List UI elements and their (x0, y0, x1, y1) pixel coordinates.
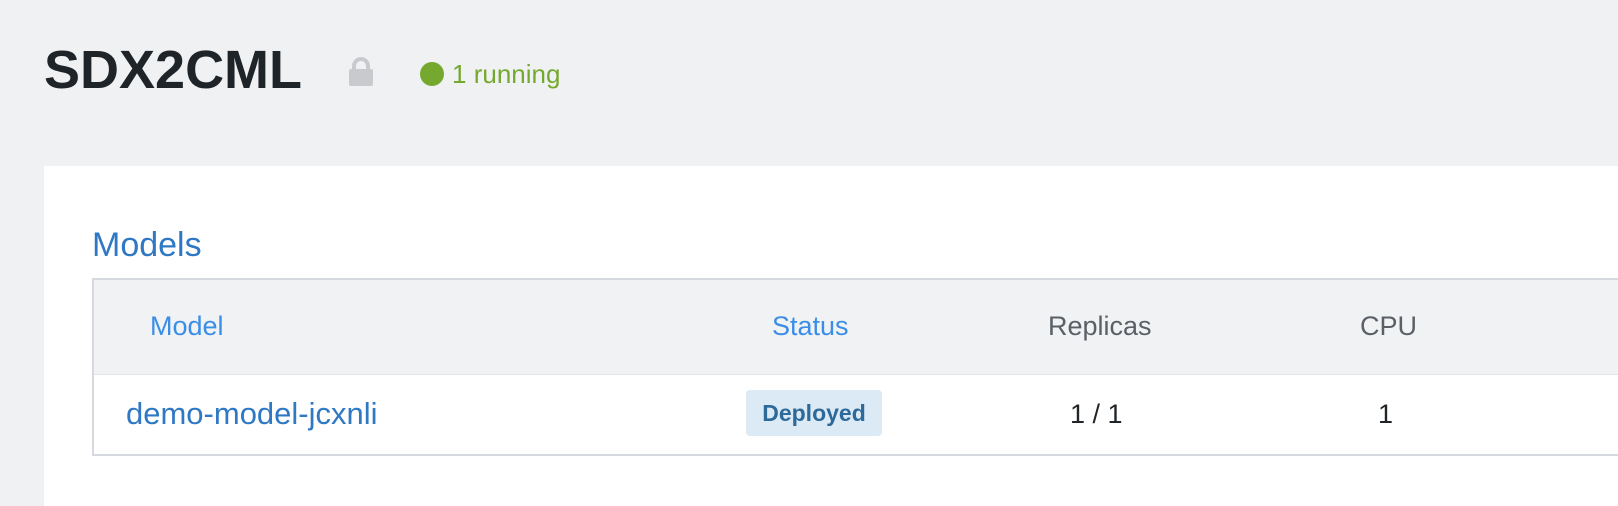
models-table: Model Status Replicas CPU demo-model-jcx… (92, 278, 1618, 456)
models-panel: Models Model Status Replicas CPU demo-mo… (44, 166, 1618, 506)
status-dot-icon (420, 62, 445, 86)
cpu-value: 1 (1378, 399, 1394, 429)
column-header-model[interactable]: Model (150, 310, 224, 342)
lock-icon (348, 57, 374, 87)
project-header: SDX2CML 1 running (44, 36, 560, 104)
model-link[interactable]: demo-model-jcxnli (126, 394, 378, 434)
status-badge: Deployed (746, 390, 882, 436)
column-header-cpu: CPU (1360, 311, 1418, 341)
table-header: Model Status Replicas CPU (94, 280, 1618, 375)
column-header-status[interactable]: Status (772, 310, 849, 342)
running-status: 1 running (420, 59, 560, 90)
column-header-replicas: Replicas (1048, 311, 1152, 341)
models-section-title: Models (92, 226, 202, 264)
running-status-label: 1 running (452, 58, 561, 89)
project-title: SDX2CML (44, 40, 303, 100)
table-row: demo-model-jcxnli Deployed 1 / 1 1 (94, 374, 1618, 456)
replicas-value: 1 / 1 (1070, 399, 1123, 429)
